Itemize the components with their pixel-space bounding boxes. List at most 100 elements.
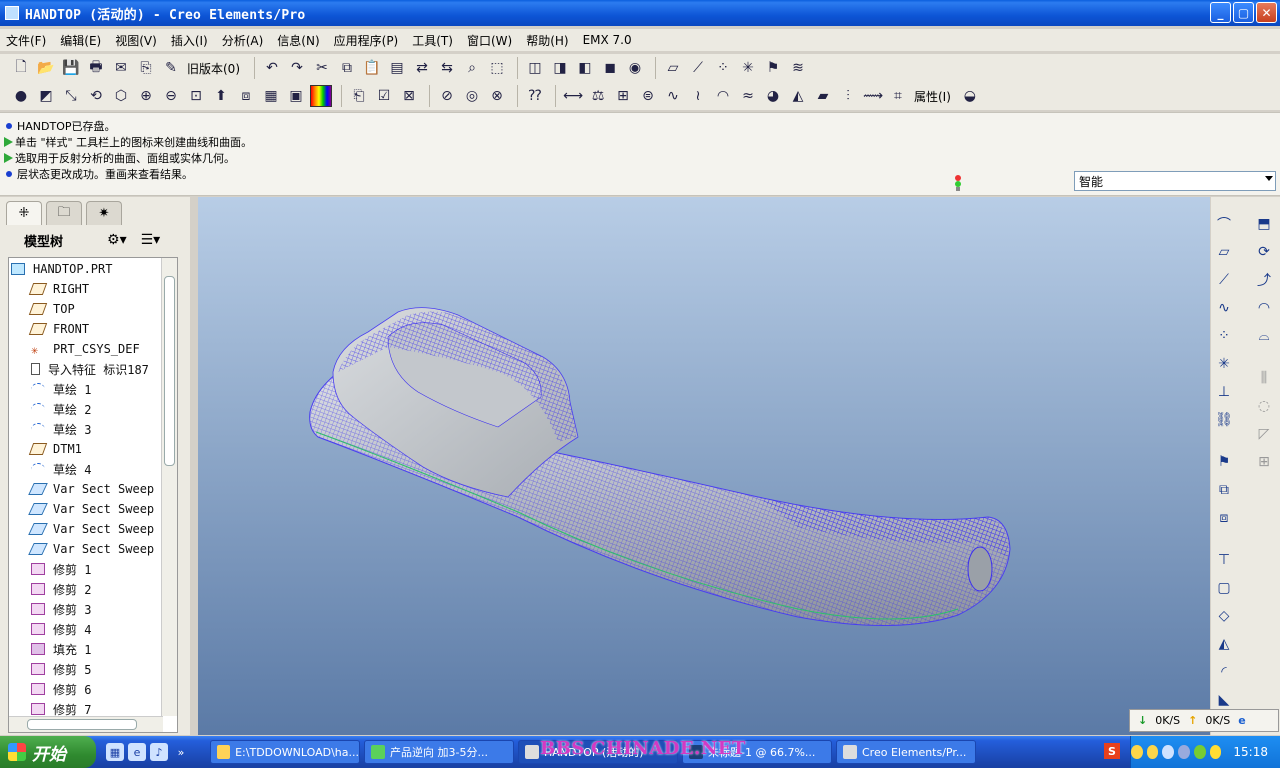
annotation-display-icon[interactable]: ⚑ — [762, 57, 784, 79]
shade-toggle-icon[interactable]: ⬡ — [110, 85, 132, 107]
tree-item[interactable]: 草绘 2 — [11, 399, 177, 419]
send-mail-icon[interactable]: ✉ — [110, 57, 132, 79]
section-analysis-icon[interactable]: ⊞ — [612, 85, 634, 107]
qq-icon[interactable] — [1131, 745, 1143, 759]
boundary-tool-icon[interactable]: ⌓ — [1253, 325, 1275, 347]
menu-insert[interactable]: 插入(I) — [171, 32, 208, 49]
csys-tool-icon[interactable]: ✳ — [1213, 353, 1235, 375]
taskbar-item-browser[interactable]: 产品逆向 加3-5分... — [364, 740, 514, 764]
tree-item[interactable]: ✳ PRT_CSYS_DEF — [11, 339, 177, 359]
unhide-icon[interactable]: ⊗ — [486, 85, 508, 107]
menu-view[interactable]: 视图(V) — [115, 32, 157, 49]
edit-icon[interactable]: ✎ — [160, 57, 182, 79]
properties-button[interactable]: 属性(I) — [914, 88, 951, 105]
tree-item[interactable]: TOP — [11, 299, 177, 319]
fill-tool-icon[interactable]: ⧉ — [1213, 479, 1235, 501]
sogou-input-icon[interactable]: S — [1104, 743, 1120, 759]
zoom-in-icon[interactable]: ⊕ — [135, 85, 157, 107]
color-scheme-icon[interactable] — [310, 85, 332, 107]
open-icon[interactable]: 📂 — [35, 57, 57, 79]
annotation-tool-icon[interactable]: ⚑ — [1213, 451, 1235, 473]
shaded-curvature-icon[interactable]: ◕ — [762, 85, 784, 107]
find-icon[interactable]: ⌕ — [461, 57, 483, 79]
tree-item[interactable]: RIGHT — [11, 279, 177, 299]
datum-axis-tool-icon[interactable]: ⟋ — [1213, 269, 1235, 291]
shading-icon[interactable]: ◼ — [599, 57, 621, 79]
show-icon[interactable]: ◎ — [461, 85, 483, 107]
network-icon[interactable] — [1162, 745, 1175, 759]
regenerate-icon[interactable]: ⇄ — [411, 57, 433, 79]
slope-icon[interactable]: ▰ — [812, 85, 834, 107]
tree-item[interactable]: 修剪 6 — [11, 679, 177, 699]
window-list-icon[interactable]: ☑ — [373, 85, 395, 107]
wireframe-icon[interactable]: ◫ — [524, 57, 546, 79]
menu-help[interactable]: 帮助(H) — [526, 32, 568, 49]
quick-launch-more-icon[interactable]: » — [172, 743, 190, 761]
draft-analysis-icon[interactable]: ◭ — [787, 85, 809, 107]
datum-point-tool-icon[interactable]: ⁘ — [1213, 325, 1235, 347]
tab-model-tree[interactable]: ⁜ — [6, 201, 42, 225]
copy-tool-icon[interactable]: ⧈ — [1213, 507, 1235, 529]
tree-horizontal-scrollbar[interactable] — [9, 716, 163, 732]
menu-emx[interactable]: EMX 7.0 — [583, 33, 632, 47]
offset-analysis-icon[interactable]: ⫶ — [837, 85, 859, 107]
tree-item[interactable]: 修剪 1 — [11, 559, 177, 579]
view-manager-icon[interactable]: ▣ — [285, 85, 307, 107]
menu-window[interactable]: 窗口(W) — [467, 32, 512, 49]
close-button[interactable]: ✕ — [1256, 2, 1277, 23]
minimize-button[interactable]: _ — [1210, 2, 1231, 23]
paste-special-icon[interactable]: ▤ — [386, 57, 408, 79]
redo-icon[interactable]: ↷ — [286, 57, 308, 79]
tree-item[interactable]: 修剪 3 — [11, 599, 177, 619]
saved-analysis-icon[interactable]: ◒ — [959, 85, 981, 107]
saved-views-icon[interactable]: ⧈ — [235, 85, 257, 107]
datum-curve-tool-icon[interactable]: ∿ — [1213, 297, 1235, 319]
hidden-line-icon[interactable]: ◨ — [549, 57, 571, 79]
analysis-tool-icon[interactable]: ⊥ — [1213, 381, 1235, 403]
old-version-button[interactable]: 旧版本(0) — [187, 60, 240, 77]
tree-item[interactable]: DTM1 — [11, 439, 177, 459]
selection-filter-select[interactable]: 智能 — [1074, 171, 1276, 191]
tree-item[interactable]: 修剪 2 — [11, 579, 177, 599]
tree-item[interactable]: 草绘 3 — [11, 419, 177, 439]
sweep-tool-icon[interactable]: ⤴ — [1253, 269, 1275, 291]
tree-item[interactable]: 草绘 4 — [11, 459, 177, 479]
volume-icon[interactable] — [1178, 745, 1190, 759]
tree-item[interactable]: Var Sect Sweep — [11, 519, 177, 539]
curve-analysis-icon[interactable]: ∿ — [662, 85, 684, 107]
taskbar-item-explorer[interactable]: E:\TDDOWNLOAD\ha... — [210, 740, 360, 764]
measure-icon[interactable]: ⟷ — [562, 85, 584, 107]
hole-tool-icon[interactable]: ⊤ — [1213, 549, 1235, 571]
paste-icon[interactable]: 📋 — [361, 57, 383, 79]
tree-item[interactable]: 草绘 1 — [11, 379, 177, 399]
section-curvature-icon[interactable]: ◠ — [712, 85, 734, 107]
tree-show-icon[interactable]: ☰▾ — [141, 232, 161, 248]
hide-icon[interactable]: ⊘ — [436, 85, 458, 107]
menu-tools[interactable]: 工具(T) — [412, 32, 453, 49]
enhanced-realism-icon[interactable]: ◉ — [624, 57, 646, 79]
tree-item[interactable]: 修剪 4 — [11, 619, 177, 639]
menu-file[interactable]: 文件(F) — [6, 32, 46, 49]
graphics-viewport[interactable] — [198, 197, 1210, 735]
pattern-tool-icon[interactable]: ⊞ — [1253, 451, 1275, 473]
taskbar-item-creo[interactable]: Creo Elements/Pr... — [836, 740, 976, 764]
dihedral-icon[interactable]: ⌗ — [887, 85, 909, 107]
maximize-button[interactable]: ▢ — [1233, 2, 1254, 23]
qq-icon[interactable] — [1146, 745, 1159, 759]
datum-plane-display-icon[interactable]: ▱ — [662, 57, 684, 79]
browser-icon[interactable]: e — [128, 743, 146, 761]
appearance-icon[interactable]: ● — [10, 85, 32, 107]
tree-item[interactable]: Var Sect Sweep — [11, 539, 177, 559]
trim-tool-icon[interactable]: ◸ — [1253, 423, 1275, 445]
window-activate-icon[interactable]: ⎗ — [348, 85, 370, 107]
tree-item[interactable]: FRONT — [11, 319, 177, 339]
window-close-icon[interactable]: ⊠ — [398, 85, 420, 107]
rib-tool-icon[interactable]: ◇ — [1213, 605, 1235, 627]
desktop-icon[interactable]: ▦ — [106, 743, 124, 761]
layers-icon[interactable]: ▦ — [260, 85, 282, 107]
datum-point-display-icon[interactable]: ⁘ — [712, 57, 734, 79]
messenger-icon[interactable] — [1209, 745, 1222, 759]
cut-icon[interactable]: ✂ — [311, 57, 333, 79]
print-icon[interactable]: 🖶 — [85, 57, 107, 79]
tree-settings-icon[interactable]: ⚙▾ — [107, 232, 127, 248]
